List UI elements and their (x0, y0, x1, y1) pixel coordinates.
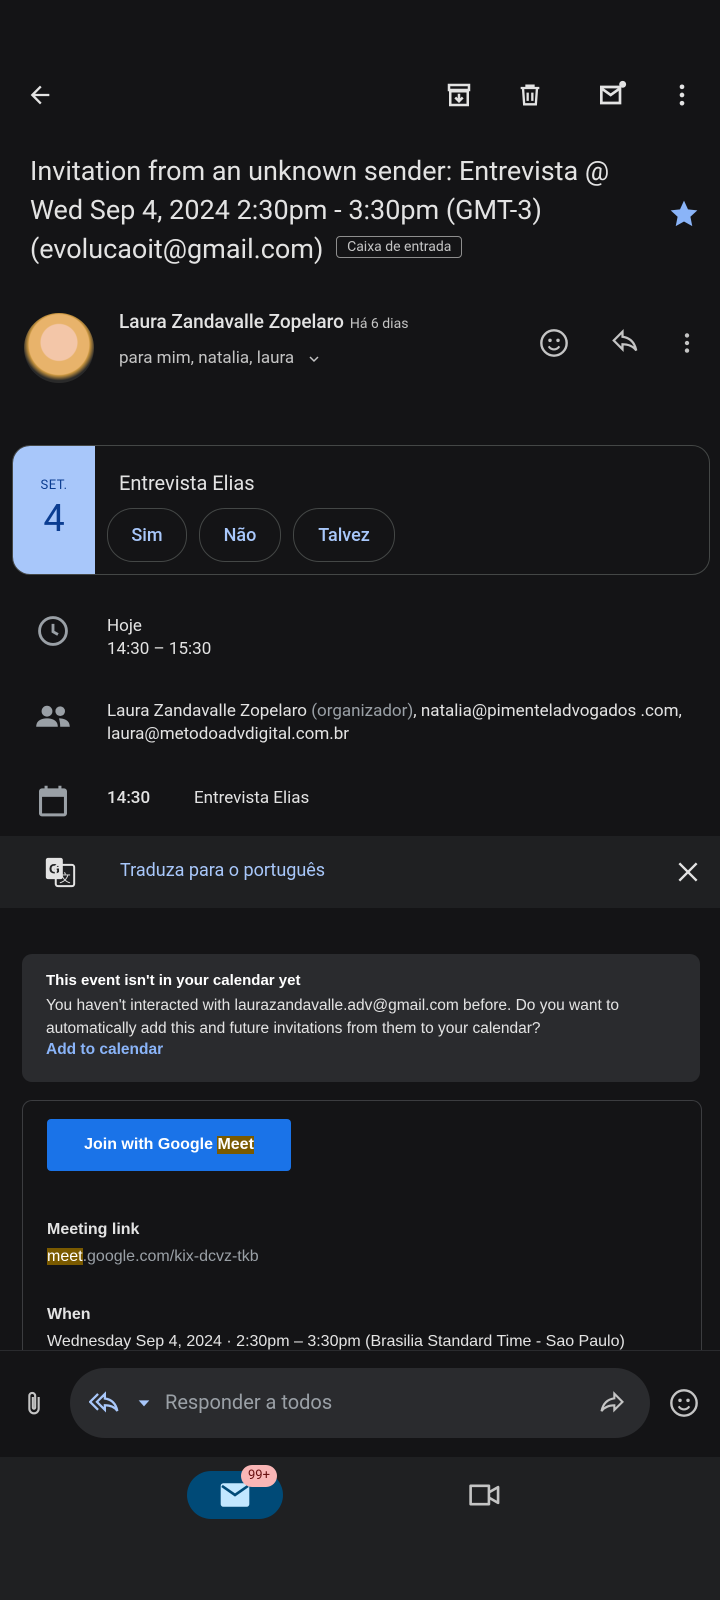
event-guests: Laura Zandavalle Zopelaro (organizador),… (107, 700, 697, 746)
inbox-label-chip[interactable]: Caixa de entrada (336, 235, 463, 258)
meeting-link-rest: .google.com/kix-dcvz-tkb (82, 1248, 259, 1265)
emoji-reaction-icon[interactable] (534, 323, 574, 363)
rsvp-no-button[interactable]: Não (199, 508, 281, 562)
more-vert-icon[interactable] (662, 75, 702, 115)
event-card: SET. 4 Entrevista Elias Sim Não Talvez (12, 445, 710, 575)
notice-body: You haven't interacted with laurazandava… (46, 997, 620, 1037)
mark-unread-icon[interactable] (592, 75, 632, 115)
top-app-bar (0, 70, 720, 126)
avatar[interactable] (24, 313, 94, 383)
event-day: 4 (43, 497, 65, 541)
star-icon[interactable] (668, 198, 700, 230)
translate-icon: G文 (40, 852, 80, 892)
rsvp-yes-button[interactable]: Sim (107, 508, 187, 562)
translate-bar: G文 Traduza para o português (0, 836, 720, 908)
event-title: Entrevista Elias (119, 471, 255, 495)
svg-text:文: 文 (59, 871, 70, 885)
notice-title: This event isn't in your calendar yet (46, 972, 301, 989)
join-meet-button[interactable]: Join with Google Meet (47, 1119, 291, 1171)
sent-time: Há 6 dias (349, 316, 409, 332)
reply-mode-dropdown-icon[interactable] (124, 1383, 164, 1423)
reply-bar: Responder a todos (0, 1350, 720, 1457)
join-meet-highlight: Meet (217, 1136, 254, 1154)
calendar-notice: This event isn't in your calendar yet Yo… (22, 954, 700, 1082)
unread-badge: 99+ (241, 1465, 277, 1487)
meeting-link[interactable]: meet.google.com/kix-dcvz-tkb (47, 1248, 259, 1266)
agenda-time: 14:30 (107, 788, 151, 808)
join-meet-label: Join with Google (84, 1136, 213, 1153)
meeting-link-highlight: meet (47, 1248, 83, 1265)
event-when-day: Hoje (107, 616, 142, 636)
agenda-title: Entrevista Elias (194, 788, 310, 808)
video-camera-icon (469, 1484, 500, 1506)
organizer-tag: (organizador) (311, 701, 414, 721)
sender-name: Laura Zandavalle Zopelaro (119, 310, 344, 333)
reply-placeholder: Responder a todos (165, 1390, 333, 1414)
when-value: Wednesday Sep 4, 2024 · 2:30pm – 3:30pm … (47, 1333, 625, 1350)
close-icon[interactable] (668, 852, 708, 892)
archive-icon[interactable] (439, 75, 479, 115)
event-when-time: 14:30 – 15:30 (107, 639, 212, 659)
calendar-icon (36, 783, 70, 819)
email-subject: Invitation from an unknown sender: Entre… (30, 152, 650, 269)
when-label: When (47, 1306, 91, 1323)
event-when: Hoje 14:30 – 15:30 (107, 615, 211, 661)
organizer-name: Laura Zandavalle Zopelaro (107, 701, 307, 721)
recipients-text: para mim, natalia, laura (119, 348, 295, 368)
event-month: SET. (40, 478, 68, 493)
nav-meet-tab[interactable] (465, 1475, 505, 1515)
subject-text: Invitation from an unknown sender: Entre… (30, 155, 610, 265)
emoji-icon[interactable] (664, 1383, 704, 1423)
sender-header: Laura Zandavalle Zopelaro Há 6 dias (119, 310, 408, 333)
meet-details: Join with Google Meet Meeting link meet.… (22, 1100, 702, 1361)
forward-icon[interactable] (592, 1383, 632, 1423)
event-date-box: SET. 4 (13, 446, 95, 574)
clock-icon (36, 614, 70, 648)
translate-link[interactable]: Traduza para o português (120, 860, 325, 881)
svg-text:G: G (49, 861, 60, 877)
chevron-down-icon (309, 355, 319, 362)
meeting-link-label: Meeting link (47, 1221, 140, 1238)
add-to-calendar-link[interactable]: Add to calendar (46, 1041, 163, 1059)
reply-icon[interactable] (605, 323, 645, 363)
message-more-icon[interactable] (667, 323, 707, 363)
reply-field[interactable]: Responder a todos (70, 1368, 650, 1438)
attachment-icon[interactable] (14, 1384, 54, 1424)
rsvp-maybe-button[interactable]: Talvez (293, 508, 395, 562)
back-arrow-icon[interactable] (20, 75, 60, 115)
reply-all-icon[interactable] (86, 1383, 126, 1423)
recipients-toggle[interactable]: para mim, natalia, laura (119, 348, 322, 368)
delete-icon[interactable] (510, 75, 550, 115)
bottom-navigation: 99+ (0, 1457, 720, 1600)
people-icon (35, 703, 71, 729)
